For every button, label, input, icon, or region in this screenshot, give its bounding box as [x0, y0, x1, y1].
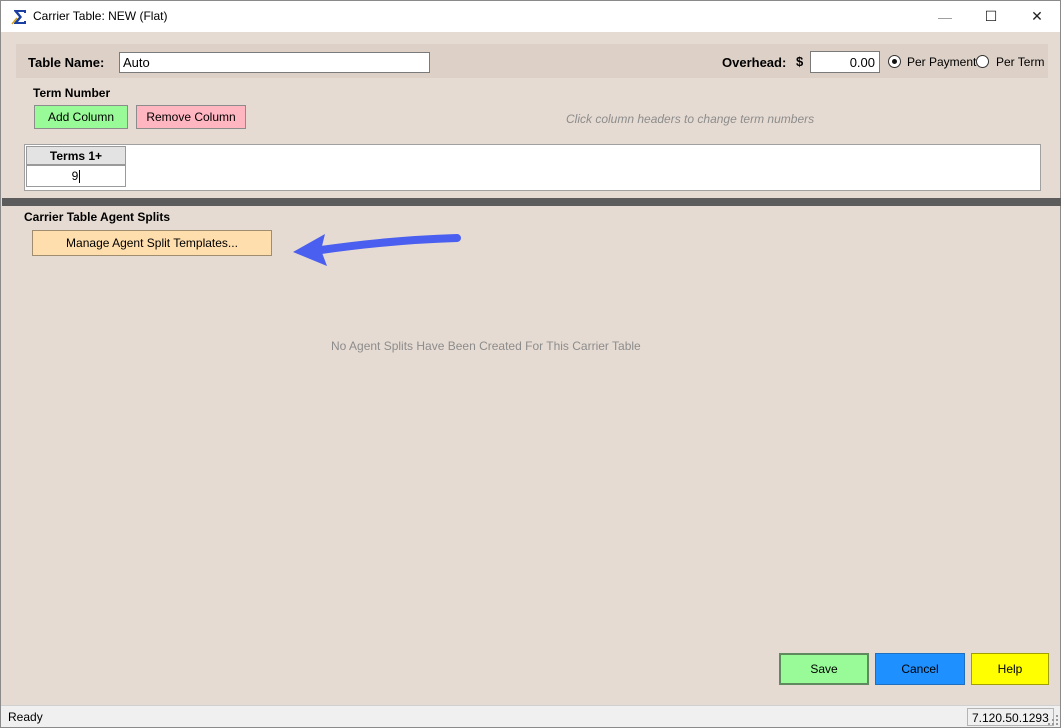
close-button[interactable]: ✕ [1014, 1, 1060, 32]
manage-agent-split-templates-button[interactable]: Manage Agent Split Templates... [32, 230, 272, 256]
maximize-button[interactable]: ☐ [968, 1, 1014, 32]
text-caret [79, 169, 81, 183]
term-grid: Terms 1+ 9 [24, 144, 1041, 191]
currency-symbol: $ [796, 54, 804, 69]
version-label: 7.120.50.1293 [967, 708, 1054, 726]
status-text: Ready [8, 710, 43, 724]
remove-column-button[interactable]: Remove Column [136, 105, 246, 129]
term-number-label: Term Number [33, 86, 111, 100]
term-value-cell[interactable]: 9 [26, 165, 126, 187]
term-column-header[interactable]: Terms 1+ [26, 146, 126, 165]
per-payment-label[interactable]: Per Payment [907, 55, 976, 69]
add-column-button[interactable]: Add Column [34, 105, 128, 129]
table-name-input[interactable] [119, 52, 430, 73]
table-header-panel: Table Name: Overhead: $ Per Payment Per … [16, 44, 1048, 78]
overhead-label: Overhead: [722, 55, 787, 70]
carrier-table-window: Carrier Table: NEW (Flat) — ☐ ✕ Table Na… [0, 0, 1061, 728]
per-term-label[interactable]: Per Term [996, 55, 1044, 69]
window-title: Carrier Table: NEW (Flat) [33, 9, 168, 23]
splitter-bar[interactable] [2, 198, 1061, 206]
sigma-icon [11, 10, 26, 25]
column-header-hint: Click column headers to change term numb… [566, 112, 815, 126]
minimize-button[interactable]: — [922, 1, 968, 32]
empty-splits-message: No Agent Splits Have Been Created For Th… [331, 339, 641, 353]
per-payment-radio[interactable] [888, 55, 901, 68]
cancel-button[interactable]: Cancel [875, 653, 965, 685]
annotation-arrow-icon [293, 234, 461, 266]
save-button[interactable]: Save [779, 653, 869, 685]
help-button[interactable]: Help [971, 653, 1049, 685]
overhead-input[interactable] [810, 51, 880, 73]
title-bar[interactable]: Carrier Table: NEW (Flat) — ☐ ✕ [1, 1, 1060, 32]
per-term-radio[interactable] [976, 55, 989, 68]
term-value: 9 [71, 169, 79, 183]
table-name-label: Table Name: [28, 55, 105, 70]
agent-splits-label: Carrier Table Agent Splits [24, 210, 171, 224]
resize-grip-icon[interactable] [1048, 715, 1058, 725]
status-bar: Ready 7.120.50.1293 [1, 705, 1060, 727]
